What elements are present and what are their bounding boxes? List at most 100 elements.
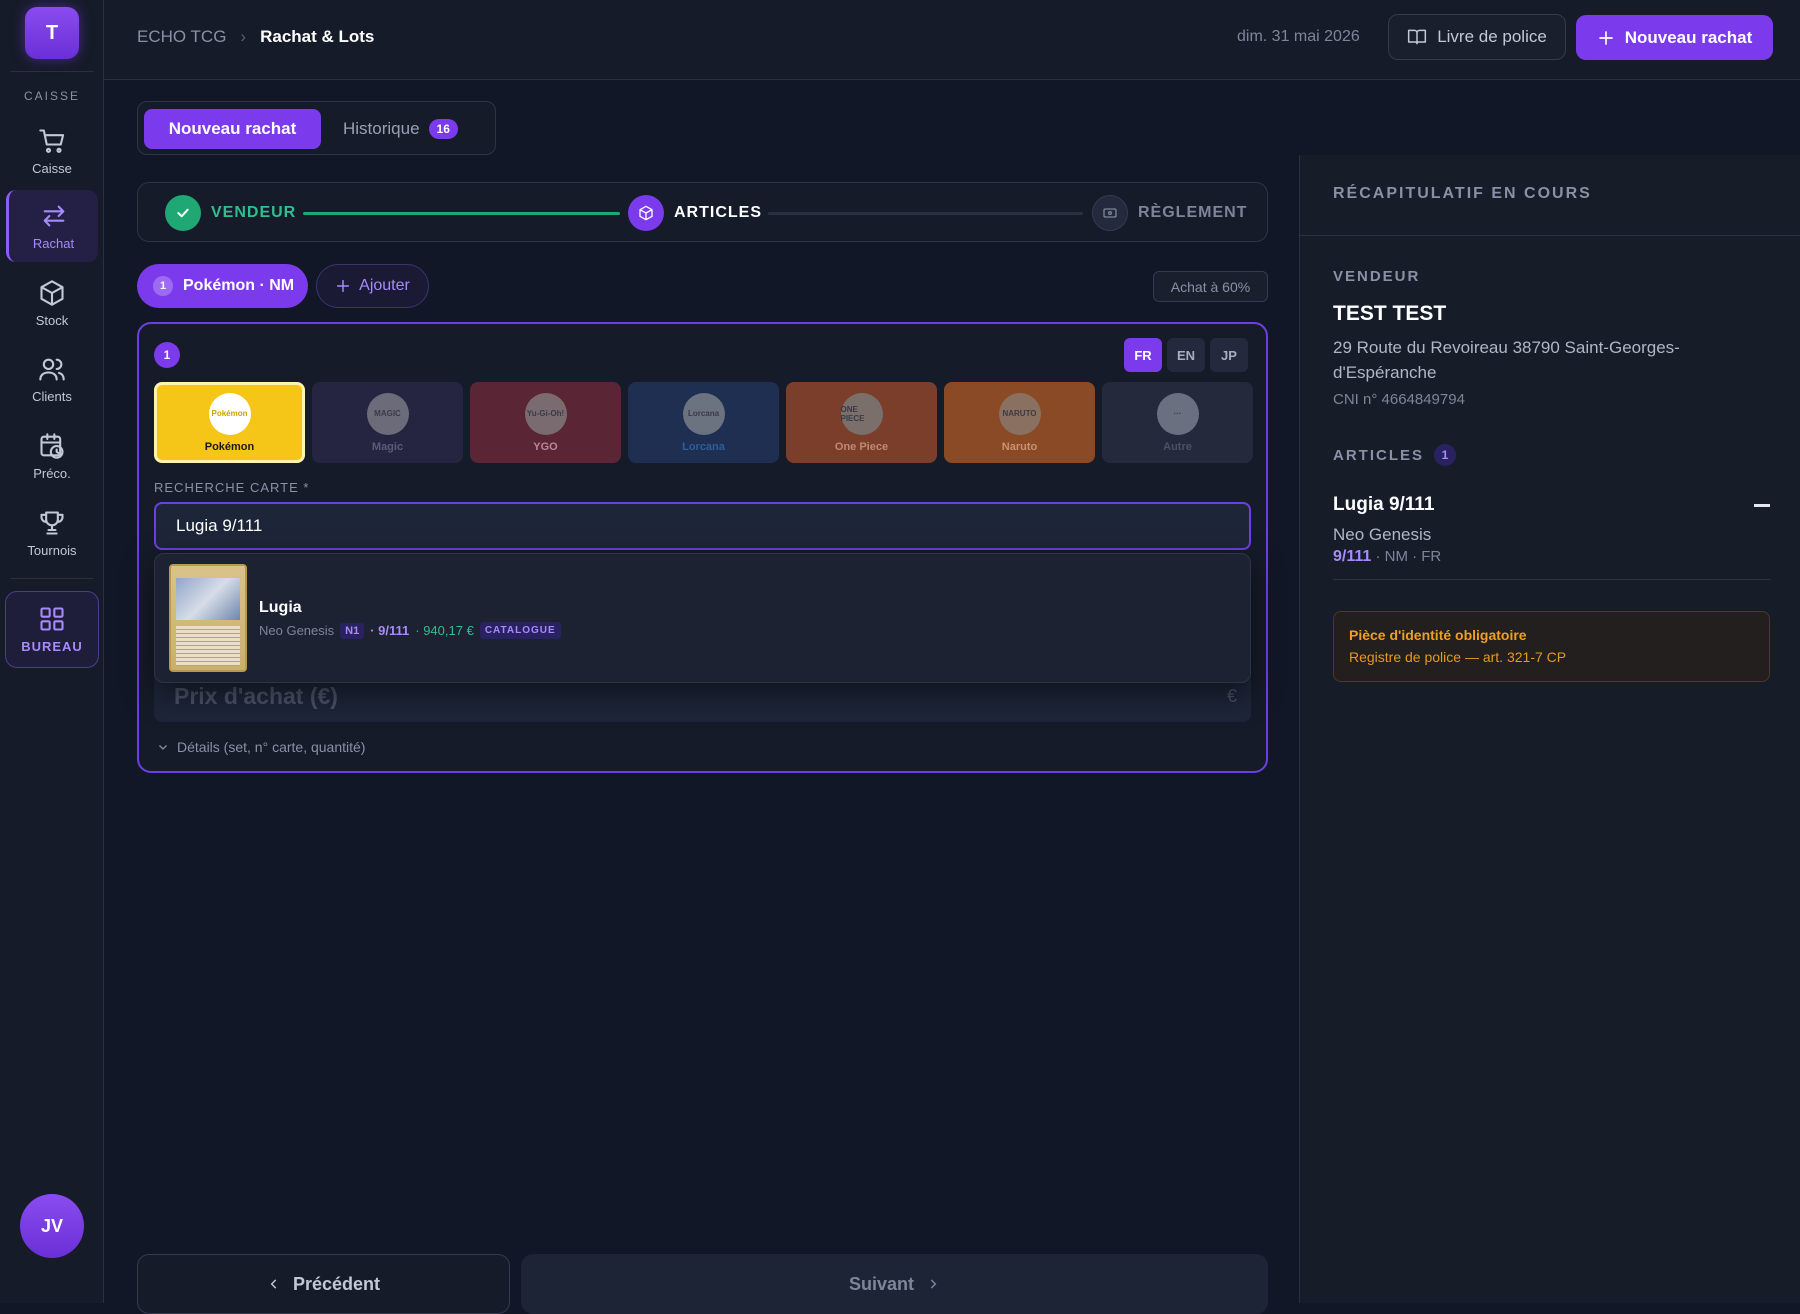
user-avatar[interactable]: JV — [20, 1194, 84, 1258]
game-tile-pok-mon[interactable]: Pokémon Pokémon — [154, 382, 305, 463]
lot-chip-active[interactable]: 1 Pokémon · NM — [137, 264, 308, 308]
game-selector: Pokémon Pokémon MAGIC Magic Yu-Gi-Oh! YGO Lorc… — [154, 382, 1253, 463]
progress-stepper: VENDEUR ARTICLES RÈGLEMENT — [137, 182, 1268, 242]
current-date: dim. 31 mai 2026 — [1237, 28, 1360, 45]
game-tile-one-piece[interactable]: ONE PIECE One Piece — [786, 382, 937, 463]
previous-label: Précédent — [292, 1273, 381, 1294]
breadcrumb-root[interactable]: ECHO TCG — [137, 27, 226, 47]
breadcrumb: ECHO TCG › Rachat & Lots — [137, 27, 374, 47]
package-icon — [628, 195, 664, 231]
grid-icon — [40, 607, 64, 631]
remove-item-icon[interactable] — [1754, 504, 1770, 507]
game-logo-icon: Pokémon — [208, 392, 251, 435]
tab-new-buyback[interactable]: Nouveau rachat — [144, 109, 321, 149]
check-icon — [165, 195, 201, 231]
result-name: Lugia — [259, 599, 302, 616]
sidebar-item-label: Rachat — [32, 235, 75, 251]
police-book-button[interactable]: Livre de police — [1388, 14, 1566, 60]
vendor-address: 29 Route du Revoireau 38790 Saint-George… — [1333, 338, 1680, 382]
divider — [10, 71, 94, 72]
euro-icon: € — [1226, 685, 1237, 706]
sidebar-item-tournois[interactable]: Tournois — [6, 497, 98, 569]
divider — [1300, 235, 1800, 236]
sidebar-item-rachat[interactable]: Rachat — [6, 190, 98, 262]
game-logo-icon: ··· — [1156, 392, 1199, 435]
game-logo-icon: MAGIC — [366, 392, 409, 435]
search-results-dropdown: Lugia Neo Genesis N1 · 9/111 · 940,17 € … — [154, 553, 1251, 683]
step-reglement[interactable]: RÈGLEMENT — [1092, 195, 1247, 231]
card-search-input[interactable]: Lugia 9/111 — [154, 502, 1251, 550]
card-thumbnail — [169, 564, 247, 672]
game-label: One Piece — [834, 440, 889, 453]
summary-title: RÉCAPITULATIF EN COURS — [1333, 185, 1592, 202]
bureau-label: BUREAU — [21, 639, 83, 654]
item-number: 1 — [154, 342, 180, 368]
swap-icon — [43, 205, 64, 226]
box-icon — [40, 279, 64, 306]
chevron-right-icon: › — [240, 27, 247, 46]
game-label: Naruto — [1001, 440, 1038, 453]
add-lot-button[interactable]: Ajouter — [316, 264, 429, 308]
result-set: Neo Genesis — [259, 623, 335, 638]
next-label: Suivant — [848, 1273, 914, 1294]
result-meta: Neo Genesis N1 · 9/111 · 940,17 € CATALO… — [259, 622, 561, 639]
game-logo-icon: Yu-Gi-Oh! — [524, 392, 567, 435]
search-result-item[interactable]: Lugia Neo Genesis N1 · 9/111 · 940,17 € … — [155, 554, 1250, 682]
alert-subtitle: Registre de police — art. 321-7 CP — [1349, 649, 1567, 665]
source-tag: CATALOGUE — [479, 622, 561, 639]
step-label: ARTICLES — [674, 204, 762, 221]
game-label: YGO — [533, 440, 558, 453]
plus-icon — [1598, 30, 1613, 45]
set-code-tag: N1 — [340, 622, 365, 639]
game-logo-icon: Lorcana — [682, 392, 725, 435]
sidebar-item-label: Stock — [35, 312, 69, 328]
game-tile-naruto[interactable]: NARUTO Naruto — [944, 382, 1095, 463]
step-connector-done — [303, 212, 620, 215]
sidebar-item-caisse[interactable]: Caisse — [6, 115, 98, 187]
plus-icon — [337, 279, 350, 293]
sidebar-item-clients[interactable]: Clients — [6, 343, 98, 415]
step-vendeur[interactable]: VENDEUR — [165, 195, 296, 231]
cart-icon — [39, 128, 65, 153]
tab-history[interactable]: Historique 16 — [343, 109, 458, 149]
game-tile-magic[interactable]: MAGIC Magic — [312, 382, 463, 463]
new-buyback-button[interactable]: Nouveau rachat — [1576, 15, 1773, 60]
police-book-label: Livre de police — [1437, 27, 1547, 46]
sidebar-item-stock[interactable]: Stock — [6, 267, 98, 339]
vendor-heading: VENDEUR — [1333, 268, 1421, 285]
articles-heading: ARTICLES 1 — [1333, 444, 1456, 466]
sidebar-item-preco[interactable]: Préco. — [6, 420, 98, 492]
game-tile-lorcana[interactable]: Lorcana Lorcana — [628, 382, 779, 463]
buy-rate-badge: Achat à 60% — [1153, 271, 1268, 302]
summary-item-name: Lugia 9/111 — [1333, 494, 1435, 515]
details-toggle[interactable]: Détails (set, n° carte, quantité) — [157, 739, 365, 755]
summary-item-number: 9/111 — [1333, 548, 1372, 565]
lang-jp[interactable]: JP — [1210, 338, 1248, 372]
lot-number: 1 — [153, 276, 173, 296]
game-tile-autre[interactable]: ··· Autre — [1102, 382, 1253, 463]
mode-tabs: Nouveau rachat Historique 16 — [137, 101, 496, 155]
bureau-button[interactable]: BUREAU — [5, 591, 99, 668]
chevron-down-icon — [159, 745, 167, 750]
details-label: Détails (set, n° carte, quantité) — [177, 739, 366, 755]
summary-panel: RÉCAPITULATIF EN COURS VENDEUR TEST TEST… — [1299, 155, 1800, 1303]
vendor-id-number: CNI n° 4664849794 — [1333, 391, 1465, 408]
game-tile-ygo[interactable]: Yu-Gi-Oh! YGO — [470, 382, 621, 463]
new-buyback-label: Nouveau rachat — [1624, 27, 1753, 47]
step-label: RÈGLEMENT — [1138, 204, 1248, 221]
lang-en[interactable]: EN — [1167, 338, 1205, 372]
game-label: Magic — [371, 440, 404, 453]
chevron-right-icon — [930, 1279, 937, 1289]
previous-button[interactable]: Précédent — [137, 1254, 510, 1314]
lang-fr[interactable]: FR — [1124, 338, 1162, 372]
step-articles[interactable]: ARTICLES — [628, 195, 762, 231]
next-button[interactable]: Suivant — [521, 1254, 1268, 1314]
game-logo-icon: NARUTO — [998, 392, 1041, 435]
sidebar-item-label: Caisse — [32, 160, 72, 176]
lot-label: Pokémon · NM — [183, 277, 295, 294]
alert-title: Pièce d'identité obligatoire — [1349, 627, 1527, 643]
calendar-clock-icon — [40, 432, 64, 459]
app-logo[interactable]: T — [25, 7, 79, 59]
articles-count-badge: 1 — [1434, 444, 1456, 466]
language-selector: FR EN JP — [1124, 338, 1248, 372]
